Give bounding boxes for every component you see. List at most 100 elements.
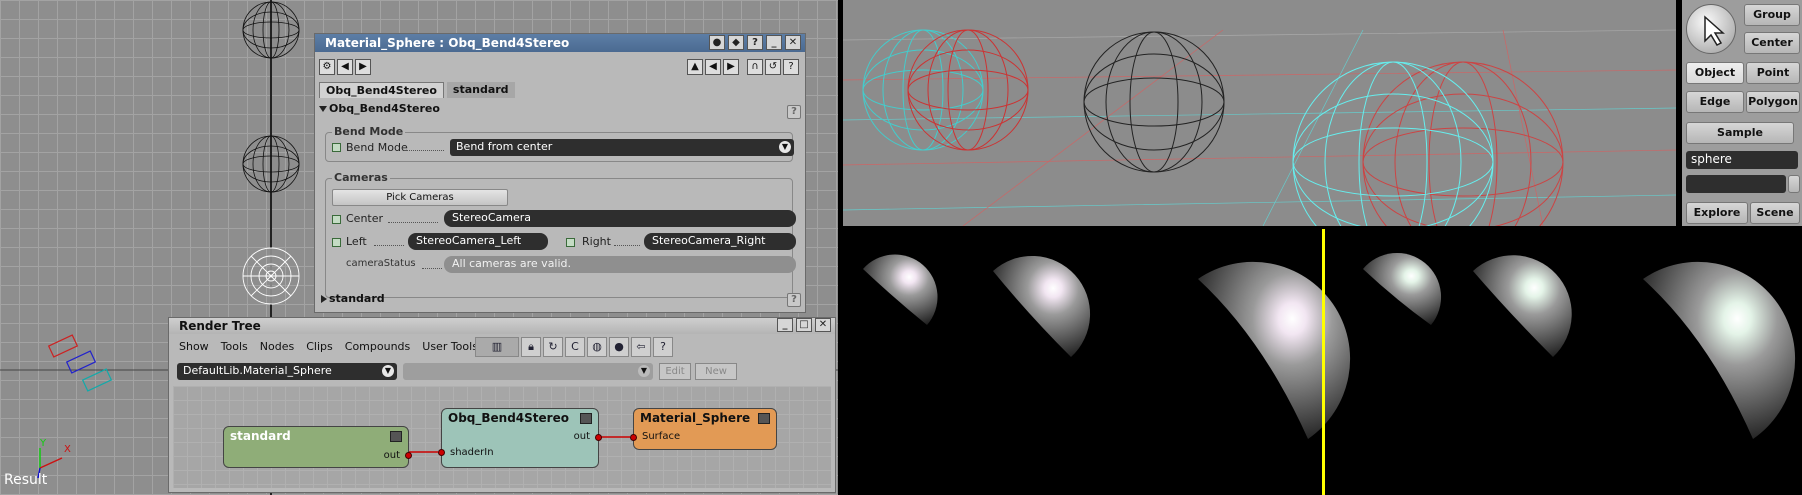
section-help-icon[interactable]: ? [787, 105, 801, 119]
property-editor-title: Material_Sphere : Obq_Bend4Stereo [325, 36, 570, 50]
maximize-button[interactable]: □ [796, 318, 812, 332]
cameras-group-title: Cameras [332, 171, 390, 184]
node-standard-title: standard [230, 429, 291, 443]
object-button[interactable]: Object [1686, 62, 1744, 84]
center-checkbox[interactable] [332, 215, 341, 224]
left-arrow-icon[interactable]: ◀ [705, 59, 721, 75]
chevron-down-icon: ▼ [638, 365, 650, 377]
refresh-icon[interactable]: ↻ [543, 337, 563, 357]
stereo-render-view[interactable] [843, 229, 1802, 495]
forward-arrow-icon[interactable]: ▶ [355, 59, 371, 75]
menu-clips[interactable]: Clips [306, 340, 333, 353]
property-editor-titlebar[interactable]: Material_Sphere : Obq_Bend4Stereo ● ◆ ? … [315, 34, 805, 52]
tool-icon[interactable]: ⚙ [319, 59, 335, 75]
back-arrow-icon[interactable]: ◀ [337, 59, 353, 75]
magnet-icon[interactable]: ∩ [747, 59, 763, 75]
sphere-red-1 [907, 29, 1029, 151]
point-button[interactable]: Point [1746, 62, 1800, 84]
right-label: Right [582, 235, 611, 248]
explore-button[interactable]: Explore [1686, 202, 1748, 224]
polygon-button[interactable]: Polygon [1746, 91, 1800, 113]
input-port[interactable] [630, 434, 637, 441]
standard-help-icon[interactable]: ? [787, 293, 801, 307]
node-collapse-icon[interactable] [580, 413, 592, 424]
render-tree-titlebar[interactable]: Render Tree _ □ ✕ [169, 318, 835, 334]
stereo-split-line [1322, 229, 1325, 495]
lock-icon[interactable]: 🔒︎ [521, 337, 541, 357]
bend-mode-checkbox[interactable] [332, 143, 341, 152]
camera-rig-icon [47, 334, 113, 392]
tab-obq-bend4stereo[interactable]: Obq_Bend4Stereo [319, 82, 444, 98]
menu-nodes[interactable]: Nodes [260, 340, 294, 353]
sphere-red-2 [1362, 61, 1564, 263]
menu-user-tools[interactable]: User Tools [422, 340, 478, 353]
scene-button[interactable]: Scene [1750, 202, 1800, 224]
node-canvas[interactable]: standard out Obq_Bend4Stereo out shaderI… [173, 386, 831, 488]
render-sphere-r3 [1643, 261, 1796, 439]
lock-icon[interactable]: ◆ [728, 35, 744, 50]
arrow-left-icon[interactable]: ⇦ [631, 337, 651, 357]
left-checkbox[interactable] [332, 238, 341, 247]
node-collapse-icon[interactable] [390, 431, 402, 442]
menu-compounds[interactable]: Compounds [345, 340, 411, 353]
secondary-combo[interactable]: ▼ [403, 363, 653, 380]
center-button[interactable]: Center [1744, 32, 1800, 54]
right-camera-field[interactable]: StereoCamera_Right [644, 233, 796, 250]
bend-mode-group-title: Bend Mode [332, 125, 406, 138]
chevron-down-icon: ▼ [382, 365, 394, 377]
node-collapse-icon[interactable] [758, 413, 770, 424]
edit-button[interactable]: Edit [659, 363, 691, 380]
output-port[interactable] [405, 452, 412, 459]
anaglyph-viewport[interactable] [842, 0, 1677, 263]
new-button[interactable]: New [695, 363, 737, 380]
bend-mode-dropdown[interactable]: Bend from center ▼ [450, 139, 794, 156]
toolbar-help-icon[interactable]: ? [783, 59, 799, 75]
section-obq-bend4stereo[interactable]: Obq_Bend4Stereo [319, 102, 801, 118]
preset-icon[interactable]: ● [709, 35, 725, 50]
close-button[interactable]: ✕ [815, 318, 831, 332]
left-camera-field[interactable]: StereoCamera_Left [408, 233, 548, 250]
material-path-dropdown[interactable]: DefaultLib.Material_Sphere ▼ [177, 363, 397, 380]
help-icon[interactable]: ? [653, 337, 673, 357]
sample-button[interactable]: Sample [1686, 122, 1794, 144]
minimize-button[interactable]: _ [777, 318, 793, 332]
render-sphere-r2 [1473, 255, 1572, 357]
view-mode-icon[interactable]: ▥ [475, 337, 519, 357]
input-options-button[interactable] [1788, 175, 1800, 193]
select-tool-icon[interactable] [1686, 4, 1736, 54]
right-checkbox[interactable] [566, 238, 575, 247]
bend-mode-group: Bend Mode Bend Mode Bend from center ▼ [325, 125, 794, 162]
group-button[interactable]: Group [1744, 4, 1800, 26]
globe-icon[interactable]: ◍ [587, 337, 607, 357]
selection-filter-input[interactable]: sphere [1686, 151, 1798, 169]
right-arrow-icon[interactable]: ▶ [723, 59, 739, 75]
section-standard[interactable]: standard [319, 292, 801, 308]
edge-button[interactable]: Edge [1686, 91, 1744, 113]
property-editor-window[interactable]: Material_Sphere : Obq_Bend4Stereo ● ◆ ? … [314, 33, 806, 313]
camera-status-field: All cameras are valid. [444, 256, 796, 273]
up-arrow-icon[interactable]: ▲ [687, 59, 703, 75]
node-obq-bend4stereo[interactable]: Obq_Bend4Stereo out shaderIn [438, 408, 602, 468]
wire-sphere-selected [242, 247, 300, 305]
menu-show[interactable]: Show [179, 340, 209, 353]
node-material-sphere[interactable]: Material_Sphere Surface [630, 408, 777, 450]
secondary-input[interactable] [1686, 175, 1786, 193]
section-title: Obq_Bend4Stereo [329, 102, 440, 115]
help-icon[interactable]: ? [747, 35, 763, 50]
output-port[interactable] [595, 434, 602, 441]
render-tree-window[interactable]: Render Tree _ □ ✕ Show Tools Nodes Clips… [168, 317, 836, 493]
close-button[interactable]: ✕ [785, 35, 801, 50]
bend-mode-label: Bend Mode [346, 141, 408, 154]
node-standard[interactable]: standard out [223, 426, 412, 468]
sphere-icon[interactable]: ● [609, 337, 629, 357]
camera-status-label: cameraStatus [346, 258, 416, 269]
revert-icon[interactable]: ↺ [765, 59, 781, 75]
node-bend-out-label: out [573, 431, 590, 442]
input-port[interactable] [438, 449, 445, 456]
clear-icon[interactable]: C [565, 337, 585, 357]
menu-tools[interactable]: Tools [221, 340, 248, 353]
tab-standard[interactable]: standard [446, 82, 515, 98]
pick-cameras-button[interactable]: Pick Cameras [332, 189, 508, 206]
center-camera-field[interactable]: StereoCamera [444, 210, 796, 227]
minimize-button[interactable]: _ [766, 35, 782, 50]
